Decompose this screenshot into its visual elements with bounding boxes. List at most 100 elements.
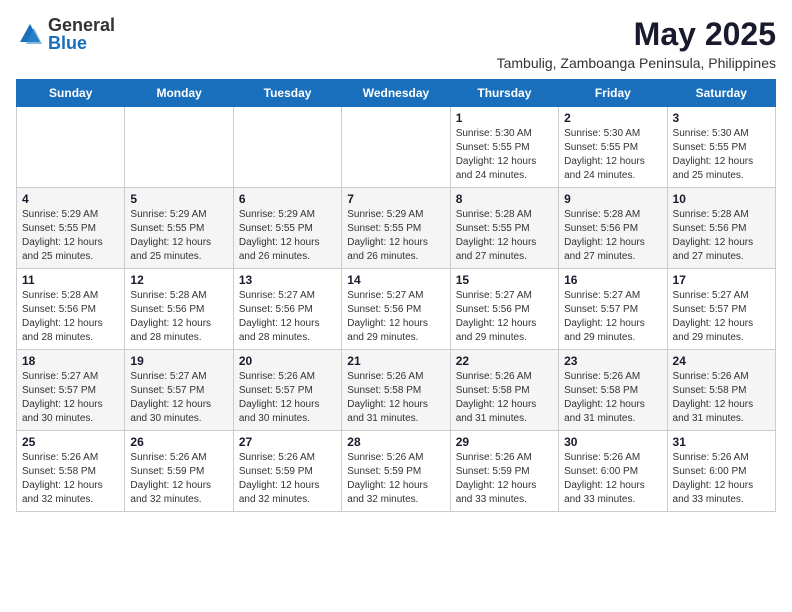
calendar-cell: 28 Sunrise: 5:26 AM Sunset: 5:59 PM Dayli…: [342, 431, 450, 512]
calendar-cell: 3 Sunrise: 5:30 AM Sunset: 5:55 PM Daylig…: [667, 107, 775, 188]
day-info: Sunrise: 5:26 AM Sunset: 5:58 PM Dayligh…: [456, 370, 553, 426]
day-number: 25: [22, 435, 119, 449]
day-number: 21: [347, 354, 444, 368]
calendar-cell: 2 Sunrise: 5:30 AM Sunset: 5:55 PM Daylig…: [559, 107, 667, 188]
calendar-week-1: 1 Sunrise: 5:30 AM Sunset: 5:55 PM Daylig…: [17, 107, 776, 188]
calendar-cell: 4 Sunrise: 5:29 AM Sunset: 5:55 PM Daylig…: [17, 188, 125, 269]
calendar-cell: [342, 107, 450, 188]
calendar-header: SundayMondayTuesdayWednesdayThursdayFrid…: [17, 80, 776, 107]
calendar-cell: 13 Sunrise: 5:27 AM Sunset: 5:56 PM Dayli…: [233, 269, 341, 350]
day-number: 8: [456, 192, 553, 206]
calendar-cell: 20Sunrise: 5:26 AM Sunset: 5:57 PM Dayli…: [233, 350, 341, 431]
day-info: Sunrise: 5:27 AM Sunset: 5:57 PM Dayligh…: [22, 370, 119, 426]
calendar-week-4: 18 Sunrise: 5:27 AM Sunset: 5:57 PM Dayli…: [17, 350, 776, 431]
calendar-cell: 6Sunrise: 5:29 AM Sunset: 5:55 PM Daylig…: [233, 188, 341, 269]
day-info: Sunrise: 5:26 AM Sunset: 5:58 PM Dayligh…: [22, 451, 119, 507]
day-number: 5: [130, 192, 227, 206]
day-info: Sunrise: 5:27 AM Sunset: 5:57 PM Dayligh…: [564, 289, 661, 345]
day-info: Sunrise: 5:26 AM Sunset: 5:59 PM Dayligh…: [239, 451, 336, 507]
logo-blue: Blue: [48, 34, 115, 52]
calendar-cell: 31 Sunrise: 5:26 AM Sunset: 6:00 PM Dayli…: [667, 431, 775, 512]
day-info: Sunrise: 5:28 AM Sunset: 5:56 PM Dayligh…: [564, 208, 661, 264]
day-info: Sunrise: 5:26 AM Sunset: 5:58 PM Dayligh…: [347, 370, 444, 426]
calendar-cell: 17Sunrise: 5:27 AM Sunset: 5:57 PM Dayli…: [667, 269, 775, 350]
day-info: Sunrise: 5:29 AM Sunset: 5:55 PM Dayligh…: [130, 208, 227, 264]
calendar-table: SundayMondayTuesdayWednesdayThursdayFrid…: [16, 79, 776, 512]
day-info: Sunrise: 5:30 AM Sunset: 5:55 PM Dayligh…: [673, 127, 770, 183]
day-info: Sunrise: 5:27 AM Sunset: 5:57 PM Dayligh…: [130, 370, 227, 426]
day-number: 1: [456, 111, 553, 125]
day-info: Sunrise: 5:26 AM Sunset: 5:59 PM Dayligh…: [456, 451, 553, 507]
day-number: 26: [130, 435, 227, 449]
day-number: 18: [22, 354, 119, 368]
weekday-saturday: Saturday: [667, 80, 775, 107]
calendar-cell: 30Sunrise: 5:26 AM Sunset: 6:00 PM Dayli…: [559, 431, 667, 512]
day-info: Sunrise: 5:27 AM Sunset: 5:56 PM Dayligh…: [239, 289, 336, 345]
day-number: 15: [456, 273, 553, 287]
weekday-header-row: SundayMondayTuesdayWednesdayThursdayFrid…: [17, 80, 776, 107]
day-number: 11: [22, 273, 119, 287]
logo-icon: [16, 20, 44, 48]
day-info: Sunrise: 5:27 AM Sunset: 5:56 PM Dayligh…: [347, 289, 444, 345]
day-number: 14: [347, 273, 444, 287]
day-number: 30: [564, 435, 661, 449]
day-info: Sunrise: 5:26 AM Sunset: 5:58 PM Dayligh…: [564, 370, 661, 426]
weekday-tuesday: Tuesday: [233, 80, 341, 107]
calendar-cell: 12Sunrise: 5:28 AM Sunset: 5:56 PM Dayli…: [125, 269, 233, 350]
day-number: 13: [239, 273, 336, 287]
calendar-cell: 29 Sunrise: 5:26 AM Sunset: 5:59 PM Dayli…: [450, 431, 558, 512]
calendar-cell: 24Sunrise: 5:26 AM Sunset: 5:58 PM Dayli…: [667, 350, 775, 431]
calendar-cell: 9Sunrise: 5:28 AM Sunset: 5:56 PM Daylig…: [559, 188, 667, 269]
calendar-cell: [233, 107, 341, 188]
calendar-week-2: 4 Sunrise: 5:29 AM Sunset: 5:55 PM Daylig…: [17, 188, 776, 269]
day-number: 7: [347, 192, 444, 206]
calendar-cell: 25 Sunrise: 5:26 AM Sunset: 5:58 PM Dayli…: [17, 431, 125, 512]
calendar-week-3: 11 Sunrise: 5:28 AM Sunset: 5:56 PM Dayli…: [17, 269, 776, 350]
day-info: Sunrise: 5:28 AM Sunset: 5:56 PM Dayligh…: [673, 208, 770, 264]
title-area: May 2025 Tambulig, Zamboanga Peninsula, …: [497, 16, 776, 71]
day-info: Sunrise: 5:30 AM Sunset: 5:55 PM Dayligh…: [456, 127, 553, 183]
day-number: 22: [456, 354, 553, 368]
day-info: Sunrise: 5:28 AM Sunset: 5:56 PM Dayligh…: [22, 289, 119, 345]
calendar-cell: 5 Sunrise: 5:29 AM Sunset: 5:55 PM Daylig…: [125, 188, 233, 269]
day-info: Sunrise: 5:26 AM Sunset: 5:59 PM Dayligh…: [347, 451, 444, 507]
weekday-friday: Friday: [559, 80, 667, 107]
logo: General Blue: [16, 16, 115, 52]
day-number: 12: [130, 273, 227, 287]
day-info: Sunrise: 5:26 AM Sunset: 5:59 PM Dayligh…: [130, 451, 227, 507]
calendar-cell: 14 Sunrise: 5:27 AM Sunset: 5:56 PM Dayli…: [342, 269, 450, 350]
day-number: 29: [456, 435, 553, 449]
day-number: 3: [673, 111, 770, 125]
day-info: Sunrise: 5:29 AM Sunset: 5:55 PM Dayligh…: [22, 208, 119, 264]
page-subtitle: Tambulig, Zamboanga Peninsula, Philippin…: [497, 55, 776, 71]
weekday-wednesday: Wednesday: [342, 80, 450, 107]
calendar-body: 1 Sunrise: 5:30 AM Sunset: 5:55 PM Daylig…: [17, 107, 776, 512]
calendar-week-5: 25 Sunrise: 5:26 AM Sunset: 5:58 PM Dayli…: [17, 431, 776, 512]
day-number: 28: [347, 435, 444, 449]
calendar-cell: 8Sunrise: 5:28 AM Sunset: 5:55 PM Daylig…: [450, 188, 558, 269]
day-info: Sunrise: 5:26 AM Sunset: 5:57 PM Dayligh…: [239, 370, 336, 426]
calendar-cell: [125, 107, 233, 188]
calendar-cell: 7Sunrise: 5:29 AM Sunset: 5:55 PM Daylig…: [342, 188, 450, 269]
weekday-sunday: Sunday: [17, 80, 125, 107]
day-number: 6: [239, 192, 336, 206]
page-title: May 2025: [497, 16, 776, 53]
day-info: Sunrise: 5:26 AM Sunset: 6:00 PM Dayligh…: [673, 451, 770, 507]
day-number: 31: [673, 435, 770, 449]
day-info: Sunrise: 5:30 AM Sunset: 5:55 PM Dayligh…: [564, 127, 661, 183]
calendar-cell: 11 Sunrise: 5:28 AM Sunset: 5:56 PM Dayli…: [17, 269, 125, 350]
calendar-cell: [17, 107, 125, 188]
day-number: 23: [564, 354, 661, 368]
calendar-cell: 22 Sunrise: 5:26 AM Sunset: 5:58 PM Dayli…: [450, 350, 558, 431]
day-number: 27: [239, 435, 336, 449]
calendar-cell: 23 Sunrise: 5:26 AM Sunset: 5:58 PM Dayli…: [559, 350, 667, 431]
day-number: 16: [564, 273, 661, 287]
weekday-thursday: Thursday: [450, 80, 558, 107]
day-info: Sunrise: 5:27 AM Sunset: 5:56 PM Dayligh…: [456, 289, 553, 345]
day-info: Sunrise: 5:27 AM Sunset: 5:57 PM Dayligh…: [673, 289, 770, 345]
day-number: 2: [564, 111, 661, 125]
day-number: 24: [673, 354, 770, 368]
day-number: 4: [22, 192, 119, 206]
logo-general: General: [48, 16, 115, 34]
calendar-cell: 15 Sunrise: 5:27 AM Sunset: 5:56 PM Dayli…: [450, 269, 558, 350]
